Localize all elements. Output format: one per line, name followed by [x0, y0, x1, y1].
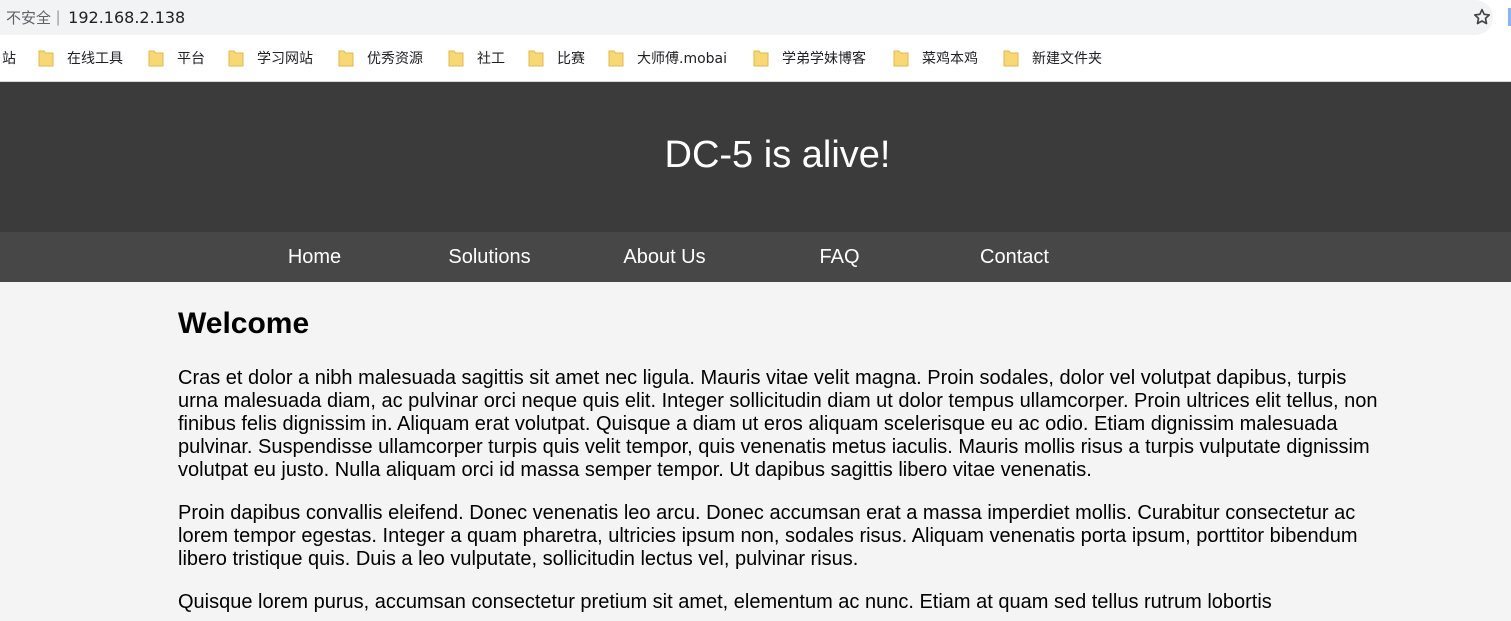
bookmark-label: 在线工具 [67, 51, 123, 67]
bookmark-folder-newbie[interactable]: 菜鸡本鸡 [893, 48, 978, 68]
bookmark-label: 社工 [477, 51, 505, 67]
paragraph: Cras et dolor a nibh malesuada sagittis … [178, 367, 1378, 481]
main-content: Welcome Cras et dolor a nibh malesuada s… [178, 282, 1388, 614]
bookmark-label: 优秀资源 [367, 51, 423, 67]
nav-about-us[interactable]: About Us [577, 232, 752, 282]
folder-icon [448, 49, 464, 67]
nav-home[interactable]: Home [227, 232, 402, 282]
folder-icon [528, 49, 544, 67]
folder-icon [228, 49, 244, 67]
bookmark-label: 站 [2, 51, 16, 67]
bookmark-label: 学弟学妹博客 [782, 51, 866, 67]
nav-faq[interactable]: FAQ [752, 232, 927, 282]
bookmark-label: 平台 [177, 51, 205, 67]
bookmark-folder-resources[interactable]: 优秀资源 [338, 48, 423, 68]
folder-icon [1003, 49, 1019, 67]
bookmark-folder-study-sites[interactable]: 学习网站 [228, 48, 313, 68]
folder-icon [38, 49, 54, 67]
omnibox[interactable]: 不安全 | 192.168.2.138 [0, 0, 1493, 35]
bookmarks-bar: 站 在线工具 平台 学习网站 优秀资源 社工 比赛 大师傅.mobai 学弟学妹… [0, 35, 1511, 82]
bookmark-label: 学习网站 [257, 51, 313, 67]
bookmark-folder-contests[interactable]: 比赛 [528, 48, 585, 68]
bookmark-overflow-item[interactable]: 站 [2, 48, 16, 68]
address-bar: 不安全 | 192.168.2.138 [0, 0, 1511, 35]
bookmark-folder-new-folder[interactable]: 新建文件夹 [1003, 48, 1102, 68]
bookmark-folder-mobai[interactable]: 大师傅.mobai [608, 48, 727, 68]
paragraph: Proin dapibus convallis eleifend. Donec … [178, 502, 1358, 570]
nav-solutions[interactable]: Solutions [402, 232, 577, 282]
omnibox-separator: | [56, 8, 61, 26]
bookmark-label: 菜鸡本鸡 [922, 51, 978, 67]
folder-icon [753, 49, 769, 67]
site-nav: Home Solutions About Us FAQ Contact [0, 232, 1511, 282]
bookmark-folder-platform[interactable]: 平台 [148, 48, 205, 68]
bookmark-folder-social-eng[interactable]: 社工 [448, 48, 505, 68]
folder-icon [148, 49, 164, 67]
bookmark-label: 大师傅.mobai [637, 51, 728, 67]
site-title: DC-5 is alive! [664, 134, 891, 176]
folder-icon [893, 49, 909, 67]
bookmark-label: 新建文件夹 [1032, 51, 1102, 67]
bookmark-folder-online-tools[interactable]: 在线工具 [38, 48, 123, 68]
bookmark-folder-blogs[interactable]: 学弟学妹博客 [753, 48, 866, 68]
security-indicator[interactable]: 不安全 [6, 7, 51, 28]
nav-contact[interactable]: Contact [927, 232, 1102, 282]
bookmark-label: 比赛 [557, 51, 585, 67]
url-text[interactable]: 192.168.2.138 [68, 8, 185, 27]
page-heading: Welcome [178, 307, 310, 340]
bookmark-star-icon[interactable] [1471, 6, 1493, 28]
folder-icon [608, 49, 624, 67]
site-header: DC-5 is alive! [0, 82, 1511, 232]
paragraph: Quisque lorem purus, accumsan consectetu… [178, 591, 1272, 613]
folder-icon [338, 49, 354, 67]
